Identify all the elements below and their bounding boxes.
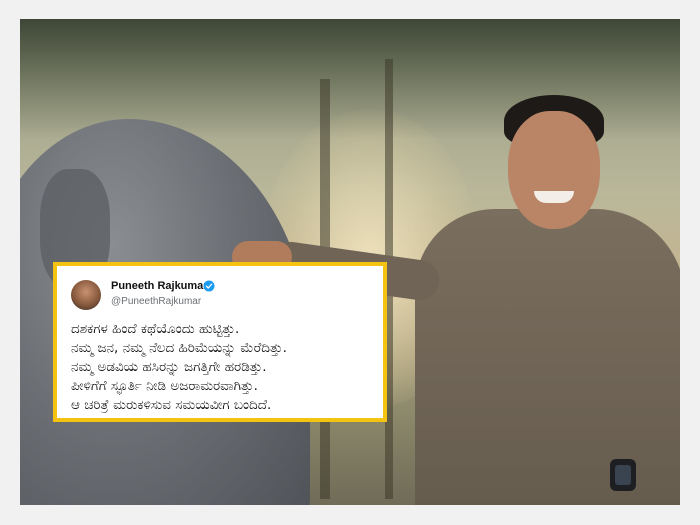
tweet-line: ದಶಕಗಳ ಹಿಂದೆ ಕಥೆಯೊಂದು ಹುಟ್ಟಿತ್ತು. [71, 321, 240, 337]
tweet-line: ಪೀಳಿಗೆಗೆ ಸ್ಫೂರ್ತಿ ನೀಡಿ ಅಜರಾಮರವಾಗಿತ್ತು. [71, 378, 258, 394]
avatar[interactable] [71, 280, 101, 310]
tweet-card: Puneeth Rajkumar @PuneethRajkumar ದಶಕಗಳ … [53, 262, 387, 422]
tweet-author-handle[interactable]: @PuneethRajkumar [111, 296, 201, 307]
smartwatch-face [615, 465, 631, 485]
tweet-author-name[interactable]: Puneeth Rajkumar [111, 280, 208, 292]
person-jacket [415, 209, 680, 505]
tweet-line: ನಮ್ಮ ಅಡವಿಯ ಹಸಿರನ್ನು ಜಗತ್ತಿಗೇ ಹರಡಿತ್ತು. [71, 359, 267, 375]
tweet-text: ದಶಕಗಳ ಹಿಂದೆ ಕಥೆಯೊಂದು ಹುಟ್ಟಿತ್ತು. ನಮ್ಮ ಜನ… [71, 320, 377, 415]
person-smile [534, 191, 574, 203]
tweet-line: ನಮ್ಮ ಜನ, ನಮ್ಮ ನೆಲದ ಹಿರಿಮೆಯನ್ನು ಮೆರೆದಿತ್ತ… [71, 340, 287, 356]
person-face [508, 111, 600, 229]
verified-badge-icon [203, 280, 215, 292]
tweet-line: ಆ ಚರಿತ್ರೆ ಮರುಕಳಿಸುವ ಸಮಯವೀಗ ಬಂದಿದೆ. [71, 397, 272, 413]
